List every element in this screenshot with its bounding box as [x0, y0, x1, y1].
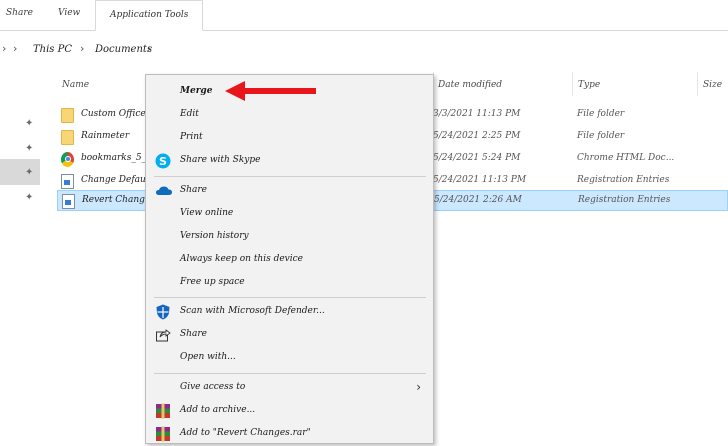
file-type: Registration Entries	[578, 195, 671, 205]
share-icon	[155, 327, 171, 343]
chrome-icon	[61, 152, 74, 167]
file-date: 3/3/2021 11:13 PM	[433, 109, 521, 119]
menu-item-open-with[interactable]: Open with...	[146, 347, 433, 369]
defender-shield-icon	[155, 304, 171, 320]
menu-item-label: Open with...	[180, 352, 236, 362]
menu-item-label: Add to "Revert Changes.rar"	[180, 428, 311, 438]
menu-separator	[154, 373, 426, 374]
menu-item-edit[interactable]: Edit	[146, 104, 433, 126]
red-arrow-annotation	[225, 81, 316, 101]
menu-item-label: Scan with Microsoft Defender...	[180, 306, 325, 316]
menu-item-label: Version history	[180, 231, 249, 241]
menu-item-label: Add to archive...	[180, 405, 256, 415]
submenu-arrow-icon: ›	[416, 380, 421, 394]
menu-item-label: Share with Skype	[180, 155, 261, 165]
pin-icon: ✦	[25, 167, 34, 178]
navigation-pane	[0, 64, 40, 438]
folder-icon	[61, 130, 74, 145]
menu-item-label: Edit	[180, 109, 199, 119]
column-header-type[interactable]: Type	[578, 80, 600, 90]
menu-item-share[interactable]: Share	[146, 324, 433, 346]
tab-share[interactable]: Share	[6, 8, 33, 18]
file-date: 5/24/2021 11:13 PM	[433, 175, 527, 185]
menu-item-label: Merge	[180, 86, 213, 96]
file-name: bookmarks_5_	[81, 153, 147, 163]
menu-item-label: View online	[180, 208, 234, 218]
menu-item-view-online[interactable]: View online	[146, 203, 433, 225]
chevron-right-icon[interactable]: ›	[80, 42, 84, 55]
pin-icon: ✦	[25, 143, 34, 154]
pin-icon: ✦	[25, 192, 34, 203]
chevron-right-icon: ›	[2, 42, 7, 55]
breadcrumb-documents[interactable]: Documents	[95, 44, 152, 55]
file-name: Revert Change	[82, 195, 151, 205]
menu-item-add-to-named-archive[interactable]: Add to "Revert Changes.rar"	[146, 423, 433, 445]
menu-item-label: Print	[180, 132, 203, 142]
folder-icon	[61, 108, 74, 123]
context-menu: Merge Edit Print S Share with Skype Shar…	[145, 74, 434, 444]
menu-item-share-with-skype[interactable]: S Share with Skype	[146, 150, 433, 172]
menu-item-version-history[interactable]: Version history	[146, 226, 433, 248]
column-header-name[interactable]: Name	[62, 80, 89, 90]
registry-file-icon	[61, 174, 74, 189]
file-type: File folder	[577, 131, 625, 141]
column-header-date[interactable]: Date modified	[438, 80, 502, 90]
skype-icon: S	[155, 153, 171, 169]
menu-item-label: Free up space	[180, 277, 245, 287]
menu-item-label: Share	[180, 329, 207, 339]
column-header-size[interactable]: Size	[703, 80, 722, 90]
file-type: Chrome HTML Doc...	[577, 153, 675, 163]
column-divider[interactable]	[572, 72, 573, 96]
file-date: 5/24/2021 2:26 AM	[434, 195, 522, 205]
onedrive-cloud-icon	[155, 183, 172, 199]
menu-item-scan-defender[interactable]: Scan with Microsoft Defender...	[146, 301, 433, 323]
pin-icon: ✦	[25, 118, 34, 129]
chevron-right-icon[interactable]: ›	[13, 42, 17, 55]
tab-view[interactable]: View	[58, 8, 80, 18]
menu-separator	[154, 176, 426, 177]
file-name: Change Default	[81, 175, 153, 185]
file-date: 5/24/2021 2:25 PM	[433, 131, 521, 141]
navigation-selected-item[interactable]	[0, 159, 40, 185]
winrar-icon	[155, 426, 171, 442]
file-name: Custom Office	[81, 109, 146, 119]
menu-item-add-to-archive[interactable]: Add to archive...	[146, 400, 433, 422]
winrar-icon	[155, 403, 171, 419]
registry-file-icon	[62, 194, 75, 209]
menu-item-onedrive-share[interactable]: Share	[146, 180, 433, 202]
file-date: 5/24/2021 5:24 PM	[433, 153, 521, 163]
tab-application-tools[interactable]: Application Tools	[95, 0, 204, 31]
menu-item-free-up-space[interactable]: Free up space	[146, 272, 433, 294]
file-name: Rainmeter	[81, 131, 130, 141]
breadcrumb-this-pc[interactable]: This PC	[33, 44, 72, 55]
menu-item-give-access-to[interactable]: Give access to ›	[146, 377, 433, 399]
address-bar[interactable]: › › This PC › Documents ›	[0, 34, 728, 64]
menu-item-print[interactable]: Print	[146, 127, 433, 149]
column-divider[interactable]	[697, 72, 698, 96]
menu-item-label: Share	[180, 185, 207, 195]
file-type: File folder	[577, 109, 625, 119]
chevron-right-icon[interactable]: ›	[147, 42, 151, 55]
ribbon-tabs: Share View Application Tools	[0, 0, 728, 31]
menu-item-label: Always keep on this device	[180, 254, 304, 264]
menu-separator	[154, 297, 426, 298]
svg-text:S: S	[159, 155, 167, 168]
menu-item-always-keep[interactable]: Always keep on this device	[146, 249, 433, 271]
menu-item-label: Give access to	[180, 382, 246, 392]
file-type: Registration Entries	[577, 175, 670, 185]
